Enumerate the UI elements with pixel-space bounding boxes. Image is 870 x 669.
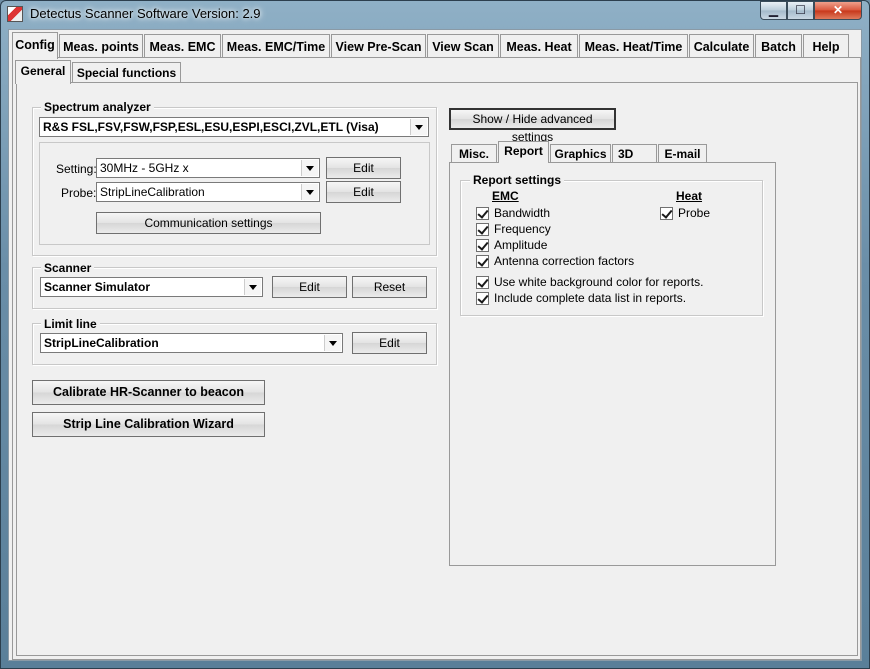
frequency-label: Frequency bbox=[494, 222, 551, 236]
tab-batch[interactable]: Batch bbox=[755, 34, 802, 58]
frequency-checkbox[interactable] bbox=[476, 223, 489, 236]
scanner-value: Scanner Simulator bbox=[44, 280, 151, 294]
complete-data-list-checkbox[interactable] bbox=[476, 292, 489, 305]
scanner-reset-button[interactable]: Reset bbox=[352, 276, 427, 298]
app-icon bbox=[7, 6, 23, 22]
window-title: Detectus Scanner Software Version: 2.9 bbox=[30, 6, 261, 21]
minimize-button[interactable]: ▁ bbox=[760, 1, 787, 20]
setting-label: Setting: bbox=[56, 162, 97, 176]
setting-edit-button[interactable]: Edit bbox=[326, 157, 401, 179]
calibrate-hr-scanner-button[interactable]: Calibrate HR-Scanner to beacon bbox=[32, 380, 265, 405]
subtab-general[interactable]: General bbox=[15, 60, 71, 84]
tab-help[interactable]: Help bbox=[803, 34, 849, 58]
probe-edit-button[interactable]: Edit bbox=[326, 181, 401, 203]
tab-email[interactable]: E-mail bbox=[658, 144, 707, 163]
spectrum-analyzer-value: R&S FSL,FSV,FSW,FSP,ESL,ESU,ESPI,ESCI,ZV… bbox=[43, 120, 379, 134]
tab-meas-heat-time[interactable]: Meas. Heat/Time bbox=[579, 34, 688, 58]
limit-line-select[interactable]: StripLineCalibration bbox=[40, 333, 343, 353]
bandwidth-checkbox[interactable] bbox=[476, 207, 489, 220]
spectrum-analyzer-label: Spectrum analyzer bbox=[41, 100, 154, 114]
scanner-select[interactable]: Scanner Simulator bbox=[40, 277, 263, 297]
show-hide-advanced-button[interactable]: Show / Hide advanced settings bbox=[449, 108, 616, 144]
antenna-correction-label: Antenna correction factors bbox=[494, 254, 635, 268]
tab-config[interactable]: Config bbox=[12, 32, 58, 59]
scanner-edit-button[interactable]: Edit bbox=[272, 276, 347, 298]
setting-select[interactable]: 30MHz - 5GHz x bbox=[96, 158, 320, 178]
title-bar[interactable]: Detectus Scanner Software Version: 2.9 ▁… bbox=[0, 0, 870, 28]
subtab-special-functions[interactable]: Special functions bbox=[72, 62, 181, 83]
probe-checkbox[interactable] bbox=[660, 207, 673, 220]
tab-view-pre-scan[interactable]: View Pre-Scan bbox=[331, 34, 426, 58]
maximize-button[interactable]: ☐ bbox=[787, 1, 814, 20]
chevron-down-icon[interactable] bbox=[301, 184, 318, 200]
tab-meas-points[interactable]: Meas. points bbox=[59, 34, 143, 58]
strip-line-wizard-button[interactable]: Strip Line Calibration Wizard bbox=[32, 412, 265, 437]
limit-line-edit-button[interactable]: Edit bbox=[352, 332, 427, 354]
chevron-down-icon[interactable] bbox=[410, 119, 427, 135]
chevron-down-icon[interactable] bbox=[244, 279, 261, 295]
chevron-down-icon[interactable] bbox=[324, 335, 341, 351]
bandwidth-label: Bandwidth bbox=[494, 206, 551, 220]
limit-line-value: StripLineCalibration bbox=[44, 336, 159, 350]
tab-meas-emc[interactable]: Meas. EMC bbox=[144, 34, 221, 58]
tab-calculate[interactable]: Calculate bbox=[689, 34, 754, 58]
amplitude-checkbox[interactable] bbox=[476, 239, 489, 252]
communication-settings-button[interactable]: Communication settings bbox=[96, 212, 321, 234]
scanner-label: Scanner bbox=[41, 261, 95, 275]
tab-meas-heat[interactable]: Meas. Heat bbox=[500, 34, 578, 58]
tab-meas-emc-time[interactable]: Meas. EMC/Time bbox=[222, 34, 330, 58]
chevron-down-icon[interactable] bbox=[301, 160, 318, 176]
probe-label: Probe: bbox=[61, 186, 97, 200]
limit-line-label: Limit line bbox=[41, 317, 100, 331]
heat-heading: Heat bbox=[676, 189, 703, 203]
setting-value: 30MHz - 5GHz x bbox=[100, 161, 189, 175]
tab-graphics[interactable]: Graphics bbox=[550, 144, 611, 163]
probe-select[interactable]: StripLineCalibration bbox=[96, 182, 320, 202]
close-button[interactable]: ✕ bbox=[814, 1, 862, 20]
white-background-checkbox[interactable] bbox=[476, 276, 489, 289]
white-background-label: Use white background color for reports. bbox=[494, 275, 704, 289]
probe-value: StripLineCalibration bbox=[100, 185, 205, 199]
tab-view-scan[interactable]: View Scan bbox=[427, 34, 499, 58]
antenna-correction-checkbox[interactable] bbox=[476, 255, 489, 268]
probe-heat-label: Probe bbox=[678, 206, 711, 220]
tab-report[interactable]: Report bbox=[498, 141, 549, 163]
tab-3d[interactable]: 3D bbox=[612, 144, 657, 163]
spectrum-analyzer-select[interactable]: R&S FSL,FSV,FSW,FSP,ESL,ESU,ESPI,ESCI,ZV… bbox=[39, 117, 429, 137]
amplitude-label: Amplitude bbox=[494, 238, 548, 252]
report-settings-label: Report settings bbox=[470, 173, 565, 187]
tab-misc[interactable]: Misc. bbox=[451, 144, 497, 163]
emc-heading: EMC bbox=[492, 189, 519, 203]
complete-data-list-label: Include complete data list in reports. bbox=[494, 291, 687, 305]
